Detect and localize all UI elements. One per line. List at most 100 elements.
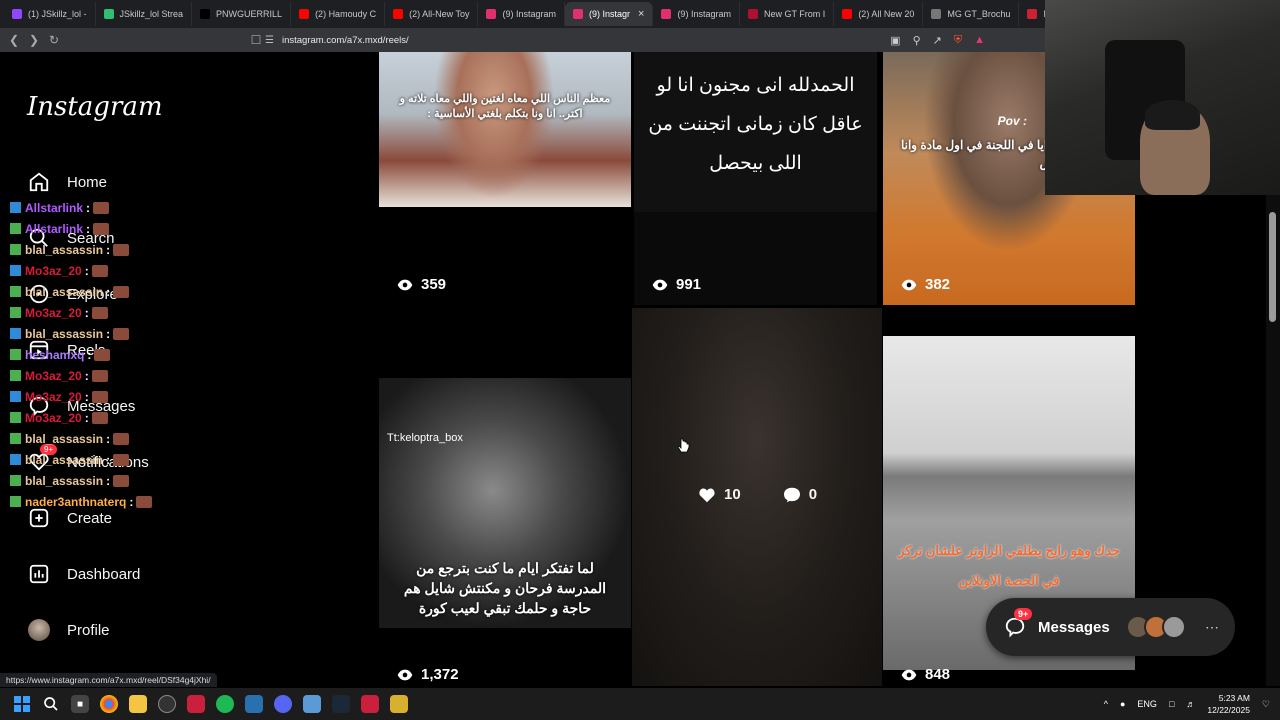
reel-tile[interactable]: معظم الناس اللي معاه لغتين واللي معاه تل… <box>379 52 631 305</box>
network-icon[interactable]: □ <box>1169 699 1174 709</box>
scrollbar-thumb[interactable] <box>1269 212 1276 322</box>
dashboard-icon <box>27 562 51 586</box>
browser-tab[interactable]: (2) All New 20 <box>834 2 924 26</box>
chat-separator: : <box>84 305 89 320</box>
language-indicator[interactable]: ENG <box>1137 699 1157 709</box>
chat-message: Mo3az_20: <box>10 302 170 323</box>
chat-emote-icon <box>113 285 130 298</box>
nav-label-dashboard: Dashboard <box>67 565 141 583</box>
chat-badge-icon <box>10 223 21 234</box>
tab-favicon-icon <box>842 9 853 19</box>
nav-dashboard[interactable]: Dashboard <box>27 562 140 586</box>
avatar <box>27 618 51 642</box>
comments: 0 <box>783 486 817 503</box>
chat-emote-icon <box>113 453 130 466</box>
chat-separator: : <box>129 494 134 509</box>
app-blue-icon[interactable] <box>245 695 263 713</box>
tab-label: New GT From I <box>763 9 826 19</box>
clock-date: 12/22/2025 <box>1207 705 1250 715</box>
clock[interactable]: 5:23 AM 12/22/2025 <box>1207 692 1250 716</box>
reel-tile[interactable]: Tt:keloptra_box لما تفتكر ايام ما كنت بت… <box>379 308 631 686</box>
browser-tab[interactable]: (1) JSkillz_lol - <box>4 2 96 26</box>
browser-tab[interactable]: MG GT_Brochu <box>923 2 1020 26</box>
spotify-icon[interactable] <box>216 695 234 713</box>
brave-shield-icon[interactable]: ⛨ <box>954 34 962 47</box>
browser-tab[interactable]: (9) Instagram <box>653 2 740 26</box>
bookmark-icon[interactable]: ☐ <box>246 33 266 47</box>
store-icon[interactable]: ■ <box>71 695 89 713</box>
clock-time: 5:23 AM <box>1218 693 1250 703</box>
nav-profile[interactable]: Profile <box>27 618 110 642</box>
site-info-icon[interactable]: ☰ <box>265 35 274 46</box>
chat-username: Mo3az_20 <box>25 263 82 278</box>
brave-rewards-icon[interactable]: ▲ <box>974 34 985 47</box>
share-icon[interactable]: ↗ <box>933 34 942 47</box>
tab-favicon-icon <box>572 9 583 19</box>
messages-floating-button[interactable]: 9+ Messages ⋯ <box>986 598 1235 656</box>
reload-button[interactable]: ↻ <box>44 33 64 47</box>
zoom-icon[interactable]: ⚲ <box>913 34 921 47</box>
chat-username: blal_assassin <box>25 242 104 257</box>
chat-emote-icon <box>93 201 110 214</box>
browser-tab[interactable]: PNWGUERRILL <box>192 2 292 26</box>
volume-icon[interactable]: ♬ <box>1186 699 1195 709</box>
messages-badge: 9+ <box>1014 608 1033 620</box>
app-red-2-icon[interactable] <box>361 695 379 713</box>
nav-label-home: Home <box>67 173 108 191</box>
chat-separator: : <box>84 263 89 278</box>
streamer-webcam <box>1045 0 1280 195</box>
microphone-icon[interactable]: ● <box>1120 699 1125 709</box>
windows-start-icon[interactable] <box>13 695 31 713</box>
notification-bell-icon[interactable]: ♡ <box>1262 699 1270 710</box>
back-button[interactable]: ❮ <box>4 33 24 47</box>
chat-username: blal_assassin <box>25 473 104 488</box>
app-yellow-icon[interactable] <box>390 695 408 713</box>
nav-home[interactable]: Home <box>27 170 107 194</box>
reel-tile[interactable]: الحمدلله انى مجنون انا لو عاقل كان زمانى… <box>634 52 877 305</box>
tab-label: (2) All-New Toy <box>409 9 470 19</box>
tab-label: JSkillz_lol Strea <box>119 9 184 19</box>
instagram-logo[interactable]: Instagram <box>27 92 163 122</box>
app-window-icon[interactable] <box>303 695 321 713</box>
chat-username: blal_assassin <box>25 284 104 299</box>
obs-icon[interactable] <box>158 695 176 713</box>
avatar[interactable] <box>1162 615 1186 639</box>
chat-separator: : <box>84 389 89 404</box>
steam-icon[interactable] <box>332 695 350 713</box>
address-bar: ❮ ❯ ↻ ☐ ☰ instagram.com/a7x.mxd/reels/ ▣… <box>0 28 1045 52</box>
chat-message: Allstarlink: <box>10 218 170 239</box>
view-count-value: 991 <box>676 276 702 293</box>
browser-tab[interactable]: (9) Instagr × <box>564 2 654 26</box>
browser-tab[interactable]: (2) Hamoudy C <box>291 2 386 26</box>
file-explorer-icon[interactable] <box>129 695 147 713</box>
chat-badge-icon <box>10 475 21 486</box>
chrome-icon[interactable] <box>100 695 118 713</box>
eye-icon <box>397 669 413 680</box>
browser-tab[interactable]: JSkillz_lol Strea <box>96 2 193 26</box>
chat-badge-icon <box>10 265 21 276</box>
reel-tile-hovered[interactable]: 10 0 <box>632 308 882 686</box>
chevron-up-icon[interactable]: ^ <box>1104 699 1108 709</box>
url-field[interactable]: ☰ instagram.com/a7x.mxd/reels/ <box>265 30 985 50</box>
forward-button[interactable]: ❯ <box>24 33 44 47</box>
cast-icon[interactable]: ▣ <box>890 34 900 47</box>
chat-message: Mo3az_20: <box>10 407 170 428</box>
discord-icon[interactable] <box>274 695 292 713</box>
browser-tab[interactable]: New GT From I <box>740 2 835 26</box>
tab-label: (9) Instagram <box>677 9 731 19</box>
url-text[interactable]: instagram.com/a7x.mxd/reels/ <box>282 35 409 46</box>
view-count: 359 <box>397 276 446 293</box>
chat-badge-icon <box>10 328 21 339</box>
view-count: 848 <box>901 666 950 683</box>
browser-tab[interactable]: (2) All-New Toy <box>385 2 479 26</box>
browser-tab[interactable]: (9) Instagram <box>478 2 565 26</box>
more-icon[interactable]: ⋯ <box>1205 619 1219 636</box>
chat-username: Allstarlink <box>25 221 84 236</box>
messages-label: Messages <box>1038 618 1110 636</box>
chat-badge-icon <box>10 244 21 255</box>
tab-label: (1) JSkillz_lol - <box>28 9 87 19</box>
close-tab-icon[interactable]: × <box>638 8 644 20</box>
app-red-icon[interactable] <box>187 695 205 713</box>
tab-label: (9) Instagram <box>502 9 556 19</box>
search-icon[interactable] <box>42 695 60 713</box>
